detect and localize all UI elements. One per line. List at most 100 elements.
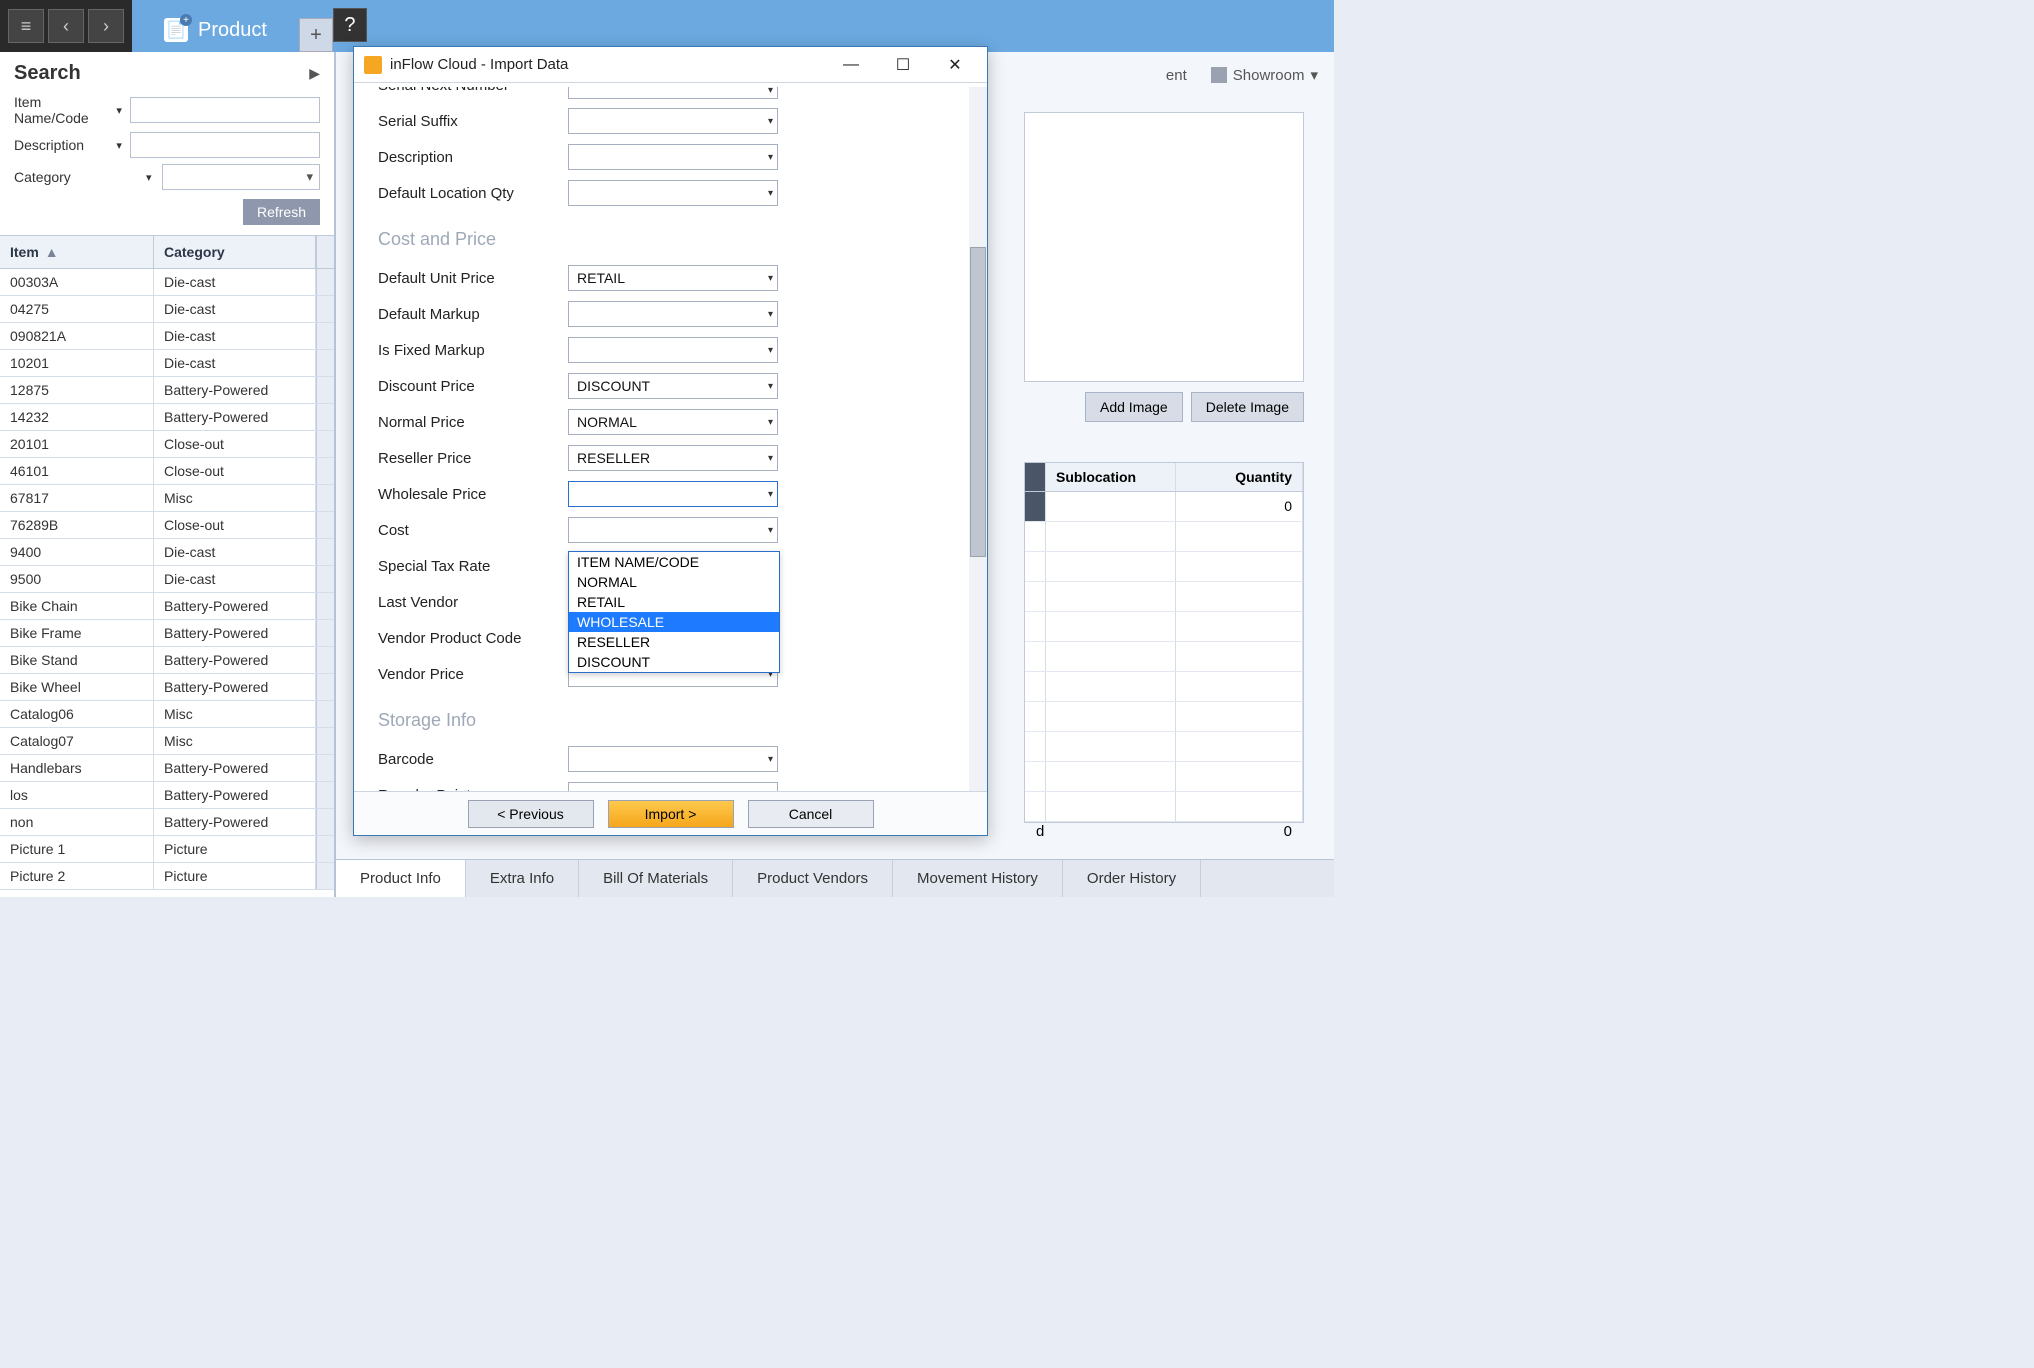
delete-image-button[interactable]: Delete Image bbox=[1191, 392, 1304, 422]
chevron-down-icon[interactable]: ▾ bbox=[116, 104, 124, 117]
dropdown-option[interactable]: RESELLER bbox=[569, 632, 779, 652]
field-label: Is Fixed Markup bbox=[378, 342, 568, 359]
detail-tab[interactable]: Product Vendors bbox=[733, 860, 893, 897]
minimize-button[interactable]: — bbox=[829, 50, 873, 80]
import-dialog: inFlow Cloud - Import Data — ☐ ✕ Serial … bbox=[353, 46, 988, 836]
dialog-titlebar[interactable]: inFlow Cloud - Import Data — ☐ ✕ bbox=[354, 47, 987, 83]
field-combo[interactable]: ▾ bbox=[568, 180, 778, 206]
filter-name-input[interactable] bbox=[130, 97, 320, 123]
inventory-row[interactable] bbox=[1025, 672, 1303, 702]
table-row[interactable]: 14232Battery-Powered bbox=[0, 404, 334, 431]
field-combo[interactable]: ▾ bbox=[568, 144, 778, 170]
product-image-placeholder bbox=[1024, 112, 1304, 382]
field-combo[interactable]: ▾ bbox=[568, 337, 778, 363]
inventory-row[interactable] bbox=[1025, 552, 1303, 582]
dropdown-option[interactable]: WHOLESALE bbox=[569, 612, 779, 632]
inventory-row[interactable] bbox=[1025, 582, 1303, 612]
add-tab-button[interactable]: + bbox=[299, 18, 333, 52]
chevron-down-icon: ▾ bbox=[768, 754, 773, 765]
collapse-icon[interactable]: ▶ bbox=[309, 65, 320, 82]
table-row[interactable]: 9400Die-cast bbox=[0, 539, 334, 566]
top-link-showroom[interactable]: Showroom ▾ bbox=[1211, 66, 1318, 84]
chevron-down-icon[interactable]: ▾ bbox=[116, 139, 124, 152]
help-button[interactable]: ? bbox=[333, 8, 367, 42]
inventory-row[interactable] bbox=[1025, 702, 1303, 732]
field-combo[interactable]: NORMAL▾ bbox=[568, 409, 778, 435]
maximize-button[interactable]: ☐ bbox=[881, 50, 925, 80]
field-combo[interactable]: RETAIL▾ bbox=[568, 265, 778, 291]
detail-tab[interactable]: Bill Of Materials bbox=[579, 860, 733, 897]
detail-tab[interactable]: Movement History bbox=[893, 860, 1063, 897]
add-image-button[interactable]: Add Image bbox=[1085, 392, 1183, 422]
dropdown-option[interactable]: DISCOUNT bbox=[569, 652, 779, 672]
table-row[interactable]: Bike StandBattery-Powered bbox=[0, 647, 334, 674]
field-combo[interactable]: ▾ bbox=[568, 481, 778, 507]
table-row[interactable]: Bike WheelBattery-Powered bbox=[0, 674, 334, 701]
table-row[interactable]: 04275Die-cast bbox=[0, 296, 334, 323]
field-combo[interactable]: ▾ bbox=[568, 517, 778, 543]
field-combo[interactable]: ▾ bbox=[568, 301, 778, 327]
dropdown-option[interactable]: ITEM NAME/CODE bbox=[569, 552, 779, 572]
table-row[interactable]: 67817Misc bbox=[0, 485, 334, 512]
wholesale-dropdown-list[interactable]: ITEM NAME/CODENORMALRETAILWHOLESALERESEL… bbox=[568, 551, 780, 673]
dropdown-option[interactable]: RETAIL bbox=[569, 592, 779, 612]
table-row[interactable]: losBattery-Powered bbox=[0, 782, 334, 809]
field-label: Serial Suffix bbox=[378, 113, 568, 130]
grid-header-item[interactable]: Item ▲ bbox=[0, 236, 154, 268]
table-row[interactable]: 20101Close-out bbox=[0, 431, 334, 458]
inventory-row[interactable] bbox=[1025, 522, 1303, 552]
table-row[interactable]: 090821ADie-cast bbox=[0, 323, 334, 350]
inv-header-quantity[interactable]: Quantity bbox=[1176, 463, 1303, 491]
chevron-down-icon: ▾ bbox=[768, 453, 773, 464]
field-row: Reorder Point▾ bbox=[378, 777, 953, 791]
field-combo[interactable]: ▾ bbox=[568, 746, 778, 772]
nav-back-icon[interactable]: ‹ bbox=[48, 9, 84, 43]
detail-tab[interactable]: Extra Info bbox=[466, 860, 579, 897]
inv-header-sublocation[interactable]: Sublocation bbox=[1046, 463, 1176, 491]
table-row[interactable]: 9500Die-cast bbox=[0, 566, 334, 593]
table-row[interactable]: nonBattery-Powered bbox=[0, 809, 334, 836]
chevron-down-icon[interactable]: ▾ bbox=[146, 171, 156, 184]
inventory-row[interactable] bbox=[1025, 762, 1303, 792]
field-row: Cost▾ bbox=[378, 512, 953, 548]
table-row[interactable]: Bike FrameBattery-Powered bbox=[0, 620, 334, 647]
refresh-button[interactable]: Refresh bbox=[243, 199, 320, 225]
import-button[interactable]: Import > bbox=[608, 800, 734, 828]
field-combo[interactable]: ▾ bbox=[568, 108, 778, 134]
top-link-ent[interactable]: ent bbox=[1166, 66, 1187, 84]
filter-cat-combo[interactable]: ▾ bbox=[162, 164, 320, 190]
inventory-row[interactable] bbox=[1025, 642, 1303, 672]
detail-tab[interactable]: Order History bbox=[1063, 860, 1201, 897]
detail-tab[interactable]: Product Info bbox=[336, 860, 466, 897]
cancel-button[interactable]: Cancel bbox=[748, 800, 874, 828]
inventory-row[interactable] bbox=[1025, 732, 1303, 762]
table-row[interactable]: 76289BClose-out bbox=[0, 512, 334, 539]
previous-button[interactable]: < Previous bbox=[468, 800, 594, 828]
inventory-row[interactable] bbox=[1025, 612, 1303, 642]
filter-desc-input[interactable] bbox=[130, 132, 320, 158]
nav-forward-icon[interactable]: › bbox=[88, 9, 124, 43]
table-row[interactable]: Bike ChainBattery-Powered bbox=[0, 593, 334, 620]
table-row[interactable]: Catalog06Misc bbox=[0, 701, 334, 728]
field-label: Barcode bbox=[378, 751, 568, 768]
table-row[interactable]: 10201Die-cast bbox=[0, 350, 334, 377]
table-row[interactable]: 00303ADie-cast bbox=[0, 269, 334, 296]
dropdown-option[interactable]: NORMAL bbox=[569, 572, 779, 592]
close-button[interactable]: ✕ bbox=[933, 50, 977, 80]
scrollbar-thumb[interactable] bbox=[970, 247, 986, 557]
table-row[interactable]: Picture 2Picture bbox=[0, 863, 334, 890]
table-row[interactable]: Picture 1Picture bbox=[0, 836, 334, 863]
field-combo[interactable]: DISCOUNT▾ bbox=[568, 373, 778, 399]
grid-header-category[interactable]: Category bbox=[154, 236, 316, 268]
inventory-row[interactable]: 0 bbox=[1025, 492, 1303, 522]
field-combo[interactable]: ▾ bbox=[568, 782, 778, 791]
hamburger-icon[interactable]: ≡ bbox=[8, 9, 44, 43]
table-row[interactable]: 12875Battery-Powered bbox=[0, 377, 334, 404]
dialog-scrollbar[interactable] bbox=[969, 87, 987, 791]
table-row[interactable]: Catalog07Misc bbox=[0, 728, 334, 755]
field-combo[interactable]: RESELLER▾ bbox=[568, 445, 778, 471]
field-combo[interactable]: ▾ bbox=[568, 87, 778, 99]
table-row[interactable]: 46101Close-out bbox=[0, 458, 334, 485]
table-row[interactable]: HandlebarsBattery-Powered bbox=[0, 755, 334, 782]
tab-product[interactable]: 📄 Product bbox=[140, 8, 291, 52]
